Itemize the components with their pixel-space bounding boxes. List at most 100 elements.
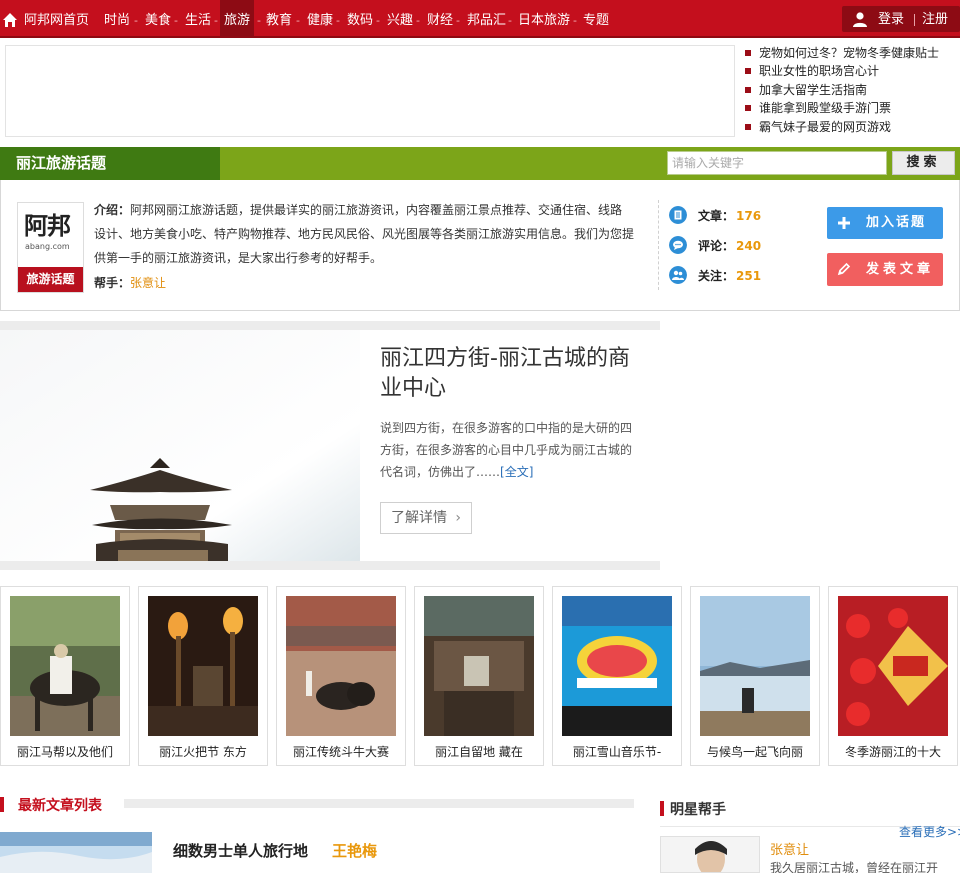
nav-item-fashion[interactable]: 时尚: [104, 0, 130, 38]
nav-separator: -: [376, 14, 380, 27]
advertisement-slot: [5, 45, 735, 137]
nav-item-health[interactable]: 健康: [307, 0, 333, 38]
nav-item-education[interactable]: 教育: [266, 0, 292, 38]
gallery-card[interactable]: 丽江自留地 藏在: [414, 586, 544, 766]
home-icon[interactable]: [2, 12, 18, 28]
helper-name-link[interactable]: 张意让: [130, 276, 166, 290]
helper-label: 帮手：: [94, 276, 131, 290]
bullet-icon: [745, 105, 751, 112]
bullet-icon: [745, 50, 751, 56]
gallery-thumbnail: [838, 596, 948, 736]
article-title[interactable]: 细数男士单人旅行地: [173, 840, 308, 861]
star-helper-name[interactable]: 张意让: [770, 839, 809, 858]
intro-description: 介绍：阿邦网丽江旅游话题，提供最详实的丽江旅游资讯，内容覆盖丽江景点推荐、交通住…: [94, 198, 634, 270]
star-helper-description: 我久居丽江古城，曾经在丽江开: [770, 861, 939, 873]
topic-title: 丽江旅游话题: [16, 154, 107, 172]
nav-item-hobby[interactable]: 兴趣: [387, 0, 413, 38]
latest-divider: [124, 799, 634, 808]
register-link[interactable]: 注册: [922, 6, 948, 33]
login-divider: [914, 14, 915, 26]
stat-value: 176: [736, 209, 762, 223]
nav-separator: -: [336, 14, 340, 27]
nav-home-link[interactable]: 阿邦网首页: [24, 0, 89, 38]
feature-image[interactable]: [0, 330, 360, 561]
full-text-link[interactable]: [全文]: [500, 465, 533, 479]
view-more-link[interactable]: 查看更多>>: [899, 823, 960, 840]
gallery-caption: 与候鸟一起飞向丽: [706, 745, 803, 759]
account-box: 登录 注册: [842, 6, 960, 32]
section-marker: [660, 801, 664, 816]
gallery-card[interactable]: 丽江马帮以及他们: [0, 586, 130, 766]
nav-item-finance[interactable]: 财经: [427, 0, 453, 38]
bullet-icon: [745, 123, 751, 130]
news-item[interactable]: 职业女性的职场宫心计: [744, 62, 960, 80]
news-item[interactable]: 霸气妹子最爱的网页游戏: [744, 118, 960, 136]
post-article-button[interactable]: 发表文章: [827, 253, 943, 286]
section-marker: [0, 797, 4, 812]
article-thumbnail[interactable]: [0, 832, 152, 873]
nav-separator: -: [456, 14, 460, 27]
gallery-caption: 丽江雪山音乐节-: [572, 745, 662, 759]
comment-icon: [669, 236, 687, 254]
stat-label: 文章：: [698, 209, 735, 223]
nav-separator: -: [416, 14, 420, 27]
top-navigation: 阿邦网首页 时尚 - 美食 - 生活 - 旅游 - 教育 - 健康 - 数码 -…: [0, 0, 960, 38]
user-icon: [853, 12, 867, 27]
news-item[interactable]: 谁能拿到殿堂级手游门票: [744, 99, 960, 117]
document-icon: [669, 206, 687, 224]
gallery-thumbnail: [286, 596, 396, 736]
ancient-tower-photo: [0, 330, 360, 561]
gallery-thumbnail: [700, 596, 810, 736]
nav-item-travel[interactable]: 旅游: [220, 0, 255, 38]
gallery-card[interactable]: 与候鸟一起飞向丽: [690, 586, 820, 766]
gallery-caption: 丽江火把节 东方: [159, 745, 247, 759]
nav-item-digital[interactable]: 数码: [347, 0, 373, 38]
stat-value: 240: [736, 239, 762, 253]
learn-more-label: 了解详情: [391, 510, 447, 526]
nav-item-japan-travel[interactable]: 日本旅游: [518, 0, 570, 38]
topic-intro-panel: 阿邦 abang.com 旅游话题 介绍：阿邦网丽江旅游话题，提供最详实的丽江旅…: [0, 180, 960, 311]
intro-body: 阿邦网丽江旅游话题，提供最详实的丽江旅游资讯，内容覆盖丽江景点推荐、交通住宿、线…: [94, 203, 635, 265]
topic-logo: 阿邦 abang.com 旅游话题: [17, 202, 84, 293]
feature-top-divider: [0, 321, 660, 330]
learn-more-button[interactable]: 了解详情 ›: [380, 502, 472, 534]
feature-title[interactable]: 丽江四方街-丽江古城的商业中心: [380, 344, 650, 404]
gallery-caption: 丽江自留地 藏在: [435, 745, 523, 759]
gallery-caption: 丽江传统斗牛大赛: [292, 745, 389, 759]
news-item[interactable]: 宠物如何过冬？宠物冬季健康贴士: [744, 44, 960, 62]
nav-item-food[interactable]: 美食: [145, 0, 171, 38]
nav-separator: -: [214, 14, 218, 27]
nav-item-abang-mall[interactable]: 邦品汇: [467, 0, 506, 38]
chevron-right-icon: ›: [455, 510, 461, 526]
nav-item-life[interactable]: 生活: [185, 0, 211, 38]
gallery-card[interactable]: 冬季游丽江的十大: [828, 586, 958, 766]
gallery-thumbnail: [148, 596, 258, 736]
login-link[interactable]: 登录: [878, 6, 904, 33]
join-topic-button[interactable]: 加入话题: [827, 207, 943, 239]
gallery-caption: 丽江马帮以及他们: [16, 745, 113, 759]
bullet-icon: [745, 86, 751, 93]
stat-value: 251: [736, 269, 762, 283]
gallery-card[interactable]: 丽江雪山音乐节-: [552, 586, 682, 766]
search-button[interactable]: 搜索: [892, 151, 955, 175]
stats-divider: [658, 200, 659, 290]
nav-separator: -: [174, 14, 178, 27]
gallery-thumbnail: [562, 596, 672, 736]
article-author[interactable]: 王艳梅: [332, 840, 377, 861]
feature-bottom-divider: [0, 561, 660, 570]
nav-item-special[interactable]: 专题: [583, 0, 609, 38]
search-input[interactable]: [667, 151, 887, 175]
star-helpers-title: 明星帮手: [670, 802, 726, 818]
pencil-icon: [837, 262, 851, 276]
gallery-card[interactable]: 丽江火把节 东方: [138, 586, 268, 766]
logo-text: 阿邦: [24, 212, 71, 240]
stat-label: 评论：: [698, 239, 735, 253]
news-item[interactable]: 加拿大留学生活指南: [744, 81, 960, 99]
latest-articles-title: 最新文章列表: [18, 798, 102, 814]
helper-line: 帮手：张意让: [94, 274, 166, 291]
nav-separator: -: [508, 14, 512, 27]
avatar[interactable]: [660, 836, 760, 873]
gallery-card[interactable]: 丽江传统斗牛大赛: [276, 586, 406, 766]
gallery-thumbnail: [10, 596, 120, 736]
gallery-caption: 冬季游丽江的十大: [844, 745, 941, 759]
